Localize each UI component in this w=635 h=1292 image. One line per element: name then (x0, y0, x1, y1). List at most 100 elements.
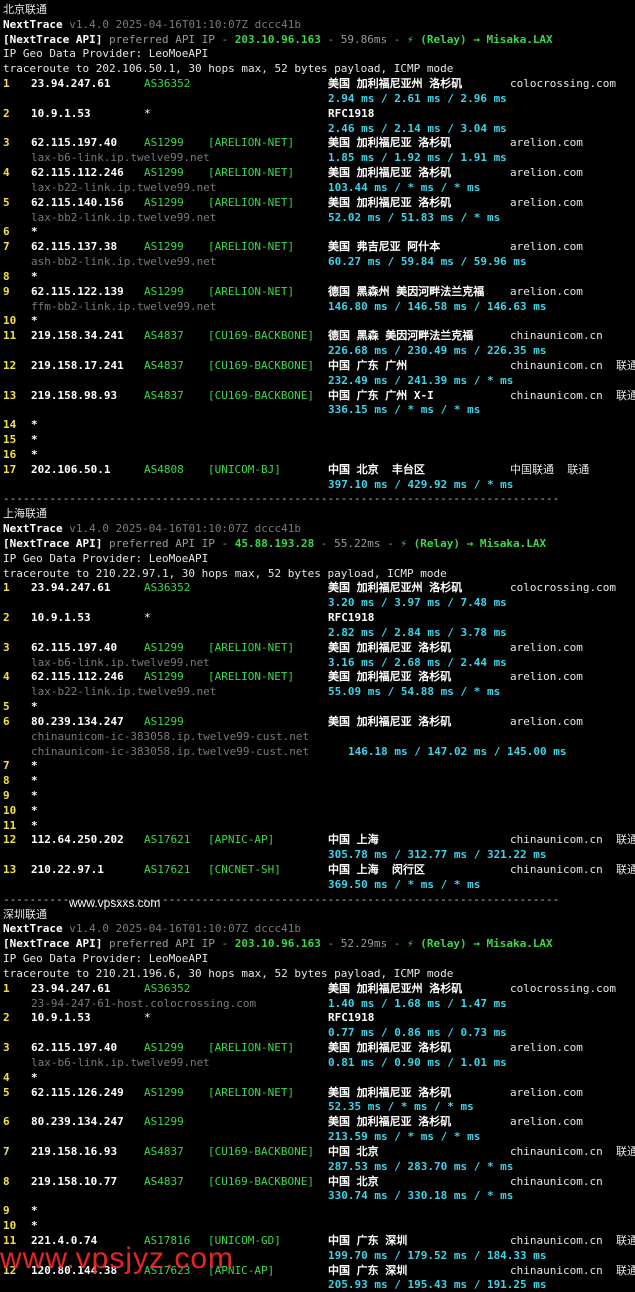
hop-timeout: * (31, 225, 38, 239)
hop-domain: chinaunicom.cn 联通 (510, 1263, 635, 1277)
hop-domain: chinaunicom.cn 联通 (510, 863, 635, 877)
api-text: preferred API IP - (102, 536, 235, 550)
hop-geo: 中国 广东 广州 X-I (328, 388, 434, 402)
hop-ip: 10.9.1.53 (31, 611, 91, 625)
block-title-text: 北京联通 (3, 3, 47, 16)
hop-timeout: * (31, 1204, 38, 1218)
hop-asn: AS1299 (144, 166, 184, 180)
program-name: NextTrace (3, 522, 63, 536)
hop-geo: RFC1918 (328, 106, 375, 120)
block-title: 北京联通 (3, 3, 47, 17)
hop-number: 7 (3, 759, 10, 773)
hop-domain: arelion.com (510, 284, 583, 298)
geo-provider-text: IP Geo Data Provider: LeoMoeAPI (3, 952, 209, 966)
api-relay: ⚡ (Relay) → Misaka.LAX (406, 937, 553, 951)
hop-asn: AS1299 (144, 1085, 184, 1099)
hop-network-tag: [CU169-BACKBONE] (208, 388, 314, 402)
hop-geo: 中国 广东 广州 (328, 358, 408, 372)
hop-geo: 中国 广东 深圳 (328, 1263, 408, 1277)
traceroute-text: traceroute to 210.21.196.6, 30 hops max,… (3, 966, 454, 980)
hop-asn: AS4837 (144, 1174, 184, 1188)
hop-rtt: 52.35 ms / * ms / * ms (328, 1100, 474, 1114)
hop-asn: AS1299 (144, 670, 184, 684)
hop-number: 10 (3, 1219, 17, 1233)
traceroute-text: traceroute to 210.22.97.1, 30 hops max, … (3, 566, 447, 580)
hop-number: 12 (3, 358, 17, 372)
hop-timeout: * (31, 774, 38, 788)
hop-number: 15 (3, 433, 17, 447)
hop-domain: chinaunicom.cn 联通 (510, 388, 635, 402)
hop-geo: 中国 广东 深圳 (328, 1233, 408, 1247)
hop-domain: chinaunicom.cn (510, 1174, 603, 1188)
hop-domain: chinaunicom.cn 联通 (510, 1144, 635, 1158)
hop-asn: AS36352 (144, 77, 191, 91)
hop-rtt: 305.78 ms / 312.77 ms / 321.22 ms (328, 848, 547, 862)
block-title-text: 上海联通 (3, 507, 47, 521)
api-ip: 45.88.193.28 (234, 536, 315, 550)
hop-network-tag: [CU169-BACKBONE] (208, 329, 314, 343)
api-relay: ⚡ (Relay) → Misaka.LAX (400, 536, 547, 550)
hop-asn: AS4837 (144, 388, 184, 402)
hop-number: 14 (3, 418, 17, 432)
hop-rtt: 2.94 ms / 2.61 ms / 2.96 ms (328, 91, 507, 105)
hop-number: 5 (3, 1085, 10, 1099)
traceroute-line: traceroute to 210.21.196.6, 30 hops max,… (3, 967, 453, 981)
hop-geo: 美国 加利福尼亚 洛杉矶 (328, 1041, 452, 1055)
hop-rtt: 146.80 ms / 146.58 ms / 146.63 ms (328, 299, 547, 313)
hop-network-tag: [CU169-BACKBONE] (208, 1144, 314, 1158)
hop-number: 2 (3, 106, 10, 120)
hop-timeout: * (31, 700, 38, 713)
hop-asn: AS4837 (144, 1144, 184, 1158)
hop-network-tag: [ARELION-NET] (208, 1085, 295, 1099)
watermark-vpsxxs: www.vpsxxs.com (69, 896, 161, 910)
hop-hostname: lax-b22-link.ip.twelve99.net (31, 180, 217, 194)
hop-number: 12 (3, 833, 17, 847)
hop-geo: 中国 北京 丰台区 (328, 462, 425, 476)
hop-ip: 219.158.10.77 (31, 1174, 118, 1188)
hop-ip: 62.115.197.40 (31, 640, 118, 654)
hop-rtt: 397.10 ms / 429.92 ms / * ms (328, 477, 514, 491)
api-tag: [NextTrace API] (3, 32, 103, 46)
hop-domain: 中国联通 联通 (510, 462, 590, 476)
hop-geo: 美国 加利福尼亚 洛杉矶 (328, 1085, 452, 1099)
hop-domain: arelion.com (510, 640, 583, 654)
api-ip: 203.10.96.163 (234, 937, 321, 951)
hop-geo: 中国 北京 (328, 1174, 379, 1188)
hop-number: 3 (3, 640, 10, 654)
hop-hostname: lax-b22-link.ip.twelve99.net (31, 685, 217, 699)
hop-rtt: 0.81 ms / 0.90 ms / 1.01 ms (328, 1055, 507, 1069)
hop-domain: colocrossing.com (510, 981, 616, 995)
hop-ip: 219.158.98.93 (31, 388, 118, 402)
hop-domain: arelion.com (510, 136, 583, 150)
hop-asn: AS1299 (144, 284, 184, 298)
hop-asn: AS4837 (144, 329, 184, 343)
hop-asn: AS17621 (144, 863, 191, 877)
api-text: preferred API IP - (102, 937, 235, 951)
geo-provider-text: IP Geo Data Provider: LeoMoeAPI (3, 47, 209, 61)
traceroute-line: traceroute to 210.22.97.1, 30 hops max, … (3, 567, 447, 581)
hop-ip: 219.158.34.241 (31, 329, 124, 343)
hop-timeout: * (31, 1070, 38, 1084)
hop-network-tag: [UNICOM-BJ] (208, 462, 281, 476)
hop-network-tag: [ARELION-NET] (208, 195, 295, 209)
hop-ip: 80.239.134.247 (31, 714, 124, 728)
hop-number: 3 (3, 1041, 10, 1055)
api-line: [NextTrace API] preferred API IP - 203.1… (3, 937, 553, 951)
api-line: [NextTrace API] preferred API IP - 45.88… (3, 537, 546, 551)
hop-asn: AS1299 (144, 1041, 184, 1055)
hop-number: 5 (3, 195, 10, 209)
hop-ip: 210.22.97.1 (31, 863, 104, 877)
hop-domain: arelion.com (510, 1041, 583, 1055)
hop-geo: 美国 加利福尼亚 洛杉矶 (328, 1115, 452, 1129)
hop-number: 1 (3, 581, 10, 595)
hop-ip: 202.106.50.1 (31, 462, 111, 476)
hop-domain: arelion.com (510, 240, 583, 254)
hop-network-tag: [CNCNET-SH] (208, 863, 281, 877)
hop-rtt: 103.44 ms / * ms / * ms (328, 180, 481, 194)
hop-number: 13 (3, 388, 17, 402)
separator-line: ----------------------------------------… (3, 492, 559, 506)
version-line: NextTrace v1.4.0 2025-04-16T01:10:07Z dc… (3, 922, 301, 936)
hop-asn: AS36352 (144, 981, 191, 995)
hop-rtt: 3.16 ms / 2.68 ms / 2.44 ms (328, 655, 507, 669)
program-version: v1.4.0 2025-04-16T01:10:07Z dccc41b (62, 922, 302, 936)
